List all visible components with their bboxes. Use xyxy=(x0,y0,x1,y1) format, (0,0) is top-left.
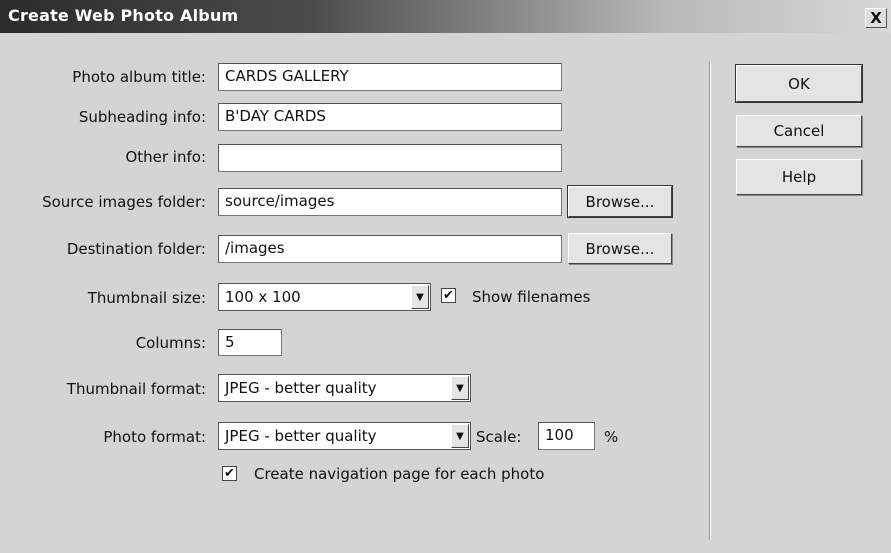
cancel-button[interactable]: Cancel xyxy=(736,115,862,147)
close-icon: X xyxy=(870,9,882,27)
source-folder-input[interactable]: source/images xyxy=(218,188,562,216)
columns-input[interactable]: 5 xyxy=(218,329,282,356)
nav-page-checkbox[interactable]: ✔ xyxy=(222,466,237,481)
other-info-input[interactable] xyxy=(218,144,562,172)
ok-button[interactable]: OK xyxy=(735,64,863,103)
thumb-size-value: 100 x 100 xyxy=(225,288,301,306)
nav-page-label: Create navigation page for each photo xyxy=(254,465,545,483)
chevron-down-icon[interactable]: ▼ xyxy=(411,285,429,309)
subheading-label: Subheading info: xyxy=(78,108,206,126)
show-filenames-checkbox[interactable]: ✔ xyxy=(441,288,456,303)
thumb-format-value: JPEG - better quality xyxy=(225,379,377,397)
album-title-input[interactable]: CARDS GALLERY xyxy=(218,63,562,91)
columns-label: Columns: xyxy=(135,334,206,352)
album-title-label: Photo album title: xyxy=(72,68,206,86)
source-folder-label: Source images folder: xyxy=(42,193,206,211)
show-filenames-label: Show filenames xyxy=(472,288,591,306)
thumb-size-select[interactable]: 100 x 100 ▼ xyxy=(218,283,431,311)
dest-folder-label: Destination folder: xyxy=(66,240,206,258)
close-button[interactable]: X xyxy=(865,8,887,28)
thumb-size-label: Thumbnail size: xyxy=(87,289,206,307)
chevron-down-icon[interactable]: ▼ xyxy=(451,424,469,448)
thumb-format-label: Thumbnail format: xyxy=(66,380,206,398)
photo-format-label: Photo format: xyxy=(103,428,206,446)
dest-browse-button[interactable]: Browse... xyxy=(568,233,672,264)
vertical-separator xyxy=(709,61,711,540)
subheading-input[interactable]: B'DAY CARDS xyxy=(218,103,562,131)
check-icon: ✔ xyxy=(224,466,235,481)
scale-label: Scale: xyxy=(476,428,522,446)
window-title: Create Web Photo Album xyxy=(8,6,239,25)
help-button[interactable]: Help xyxy=(736,159,862,195)
photo-format-value: JPEG - better quality xyxy=(225,427,377,445)
other-info-label: Other info: xyxy=(125,148,206,166)
scale-unit: % xyxy=(604,428,619,446)
photo-format-select[interactable]: JPEG - better quality ▼ xyxy=(218,422,471,450)
scale-input[interactable]: 100 xyxy=(538,422,595,450)
thumb-format-select[interactable]: JPEG - better quality ▼ xyxy=(218,374,471,402)
title-bar: Create Web Photo Album X xyxy=(0,0,891,33)
chevron-down-icon[interactable]: ▼ xyxy=(451,376,469,400)
dest-folder-input[interactable]: /images xyxy=(218,235,562,263)
source-browse-button[interactable]: Browse... xyxy=(567,185,673,218)
check-icon: ✔ xyxy=(443,288,454,303)
